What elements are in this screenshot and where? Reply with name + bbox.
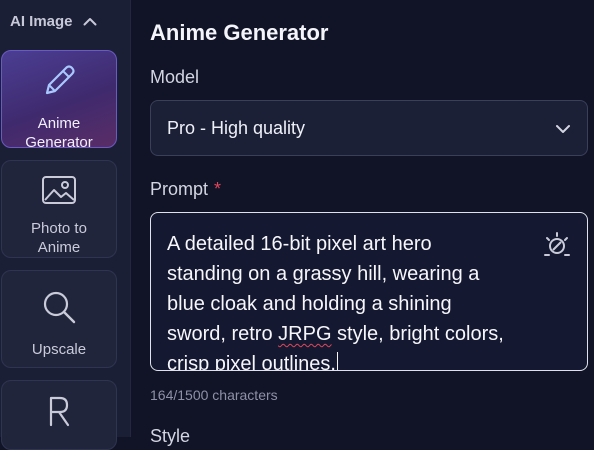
chevron-up-icon[interactable] [83,17,97,26]
model-label: Model [150,67,200,87]
required-mark: * [214,179,222,199]
prompt-label-row: Prompt * [150,179,221,200]
sidebar: AI Image Anime Generator Photo to Anime [0,0,131,450]
search-icon [41,289,77,340]
model-select[interactable]: Pro - High quality [150,100,588,156]
prompt-text: A detailed 16-bit pixel art hero standin… [167,229,527,370]
letter-r-icon [46,395,72,432]
sidebar-item-photo-to-anime[interactable]: Photo to Anime [1,160,117,258]
magic-enhance-icon[interactable] [543,231,571,264]
chevron-down-icon [555,118,571,139]
sidebar-item-label: Upscale [31,341,87,358]
sidebar-item-anime-generator[interactable]: Anime Generator [1,50,117,151]
sidebar-section-title: AI Image [10,13,73,30]
pencil-icon [39,61,79,114]
text-caret [336,352,338,370]
misspelled-word: JRPG [278,323,332,345]
model-select-value: Pro - High quality [167,117,306,138]
page-title: Anime Generator [150,20,329,45]
prompt-textarea[interactable]: A detailed 16-bit pixel art hero standin… [150,212,588,371]
sidebar-item-label: Generator [25,134,93,151]
sidebar-item-label: Photo to [31,220,87,237]
sidebar-section-header[interactable]: AI Image [10,13,97,30]
character-counter: 164/1500 characters [150,387,278,403]
sidebar-item-label: Anime [37,115,81,132]
image-icon [41,174,77,219]
sidebar-item-label: Anime [37,239,81,256]
sidebar-item-upscale[interactable]: Upscale [1,270,117,368]
sidebar-item-partial[interactable] [1,380,117,450]
prompt-label: Prompt [150,179,209,199]
